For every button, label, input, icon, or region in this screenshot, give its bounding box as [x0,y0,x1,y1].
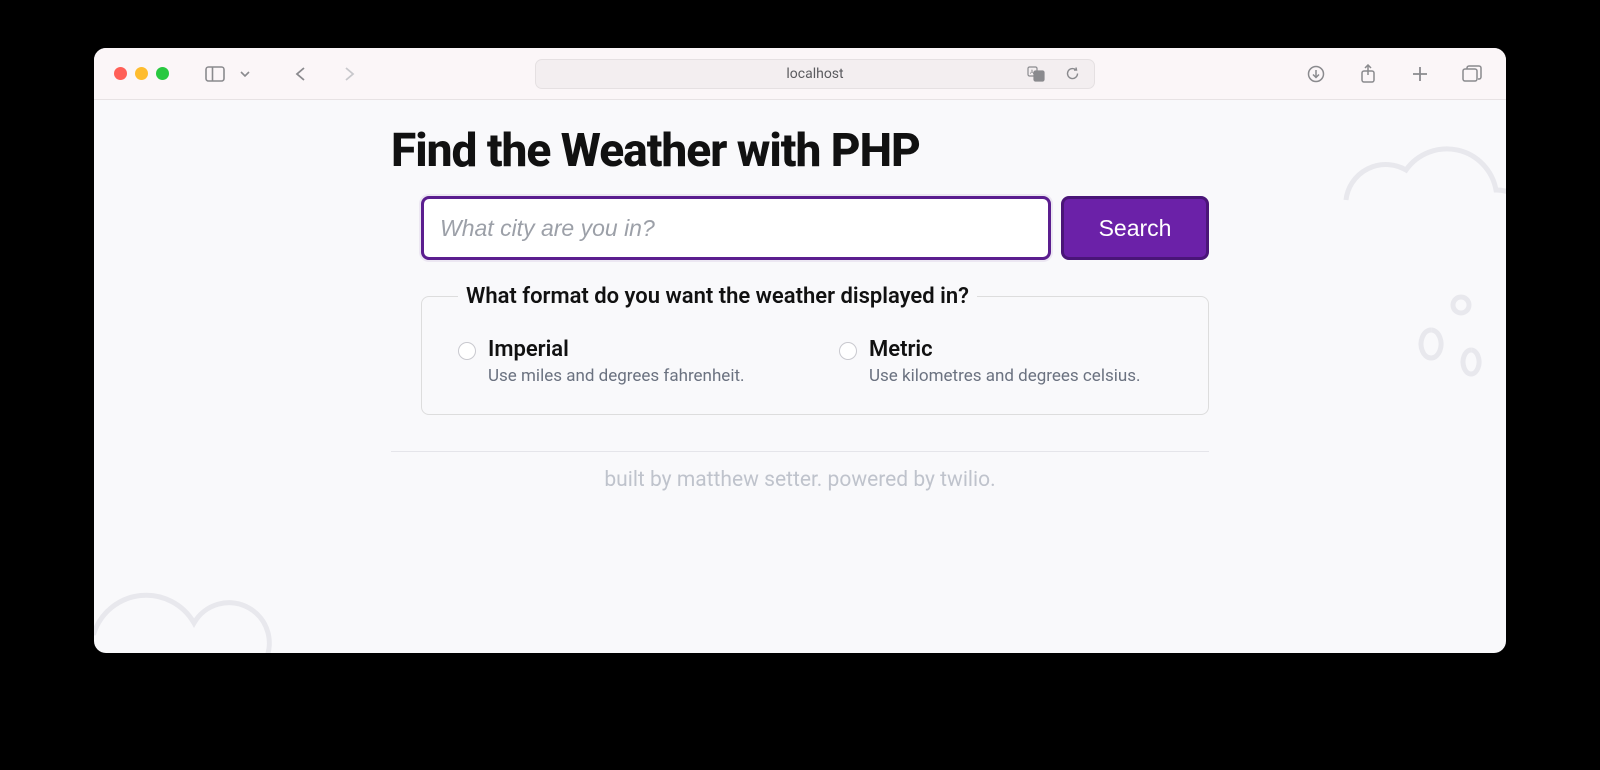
option-desc: Use miles and degrees fahrenheit. [488,366,745,386]
minimize-window-button[interactable] [135,67,148,80]
traffic-lights [114,67,169,80]
fullscreen-window-button[interactable] [156,67,169,80]
cloud-decoration-icon [1306,100,1506,380]
divider [391,451,1209,452]
back-button[interactable] [287,60,315,88]
option-label: Imperial [488,337,745,362]
chevron-down-icon[interactable] [231,60,259,88]
tabs-overview-icon[interactable] [1458,60,1486,88]
new-tab-icon[interactable] [1406,60,1434,88]
footer-text: built by matthew setter. powered by twil… [391,468,1209,492]
downloads-icon[interactable] [1302,60,1330,88]
browser-window: localhost A [94,48,1506,653]
search-row: Search [391,196,1209,260]
share-icon[interactable] [1354,60,1382,88]
reload-icon[interactable] [1058,60,1086,88]
address-text: localhost [786,66,843,82]
radio-metric[interactable] [839,342,857,360]
translate-icon[interactable]: A [1022,60,1050,88]
radio-imperial[interactable] [458,342,476,360]
nav-arrows [287,60,363,88]
format-fieldset: What format do you want the weather disp… [421,284,1209,415]
format-legend: What format do you want the weather disp… [458,284,977,309]
svg-text:A: A [1030,69,1034,76]
format-option-imperial[interactable]: Imperial Use miles and degrees fahrenhei… [458,337,791,386]
city-input[interactable] [421,196,1051,260]
option-label: Metric [869,337,1141,362]
page-content: Find the Weather with PHP Search What fo… [94,100,1506,653]
sidebar-toggle-icon[interactable] [201,60,229,88]
close-window-button[interactable] [114,67,127,80]
search-button[interactable]: Search [1061,196,1209,260]
format-option-metric[interactable]: Metric Use kilometres and degrees celsiu… [839,337,1172,386]
titlebar: localhost A [94,48,1506,100]
forward-button[interactable] [335,60,363,88]
page-title: Find the Weather with PHP [391,124,1209,178]
option-desc: Use kilometres and degrees celsius. [869,366,1141,386]
address-bar[interactable]: localhost A [535,59,1095,89]
cloud-decoration-icon [94,553,274,653]
